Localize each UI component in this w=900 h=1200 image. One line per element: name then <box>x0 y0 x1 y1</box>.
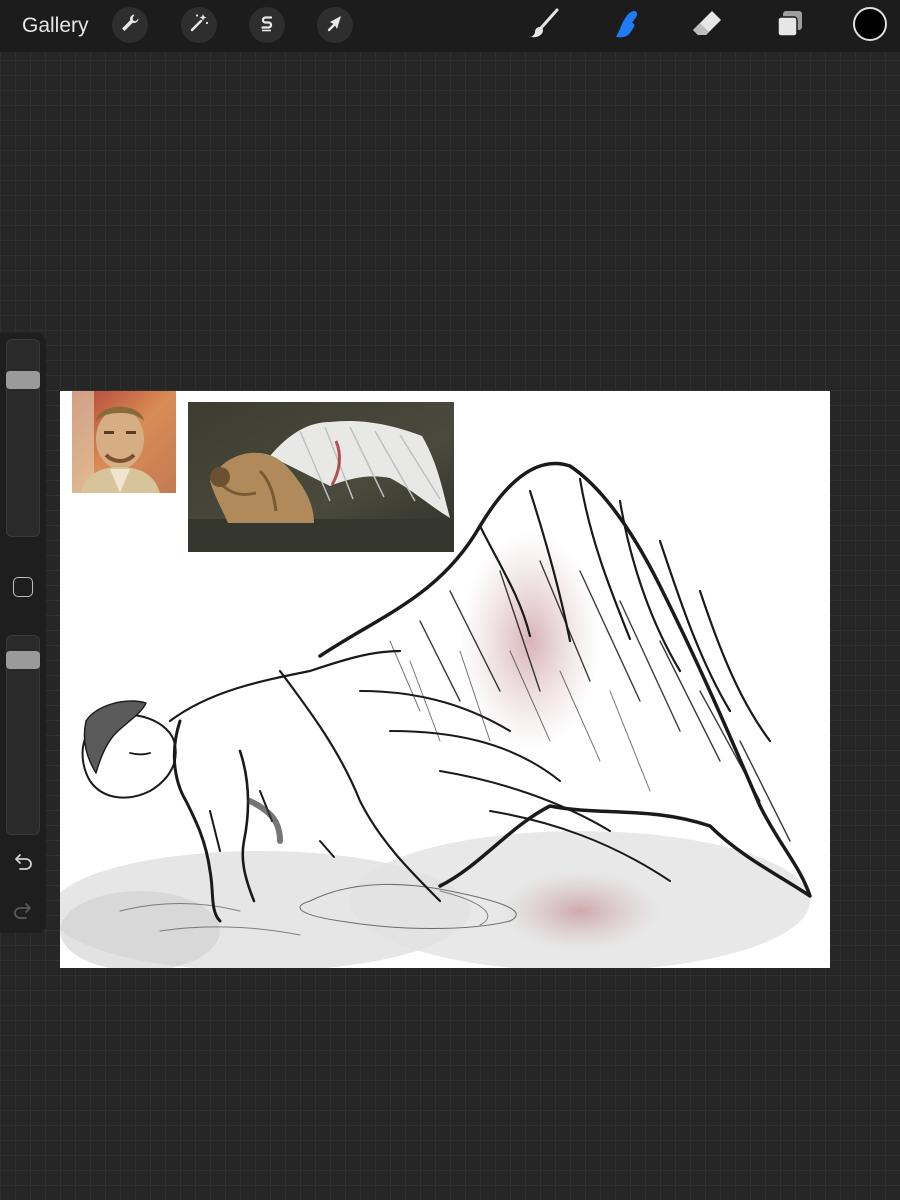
adjustments-button[interactable] <box>181 7 217 43</box>
brush-size-slider-handle[interactable] <box>6 370 40 389</box>
brush-size-slider[interactable] <box>6 339 40 537</box>
selection-s-icon <box>256 12 278 39</box>
brush-tool-button[interactable] <box>524 6 564 46</box>
layers-button[interactable] <box>770 6 810 46</box>
top-toolbar: Gallery <box>0 0 900 52</box>
color-picker-swatch[interactable] <box>853 7 887 41</box>
smudge-tool-button[interactable] <box>605 6 645 46</box>
arrow-cursor-icon <box>324 12 346 39</box>
wrench-icon <box>119 12 141 39</box>
layers-icon <box>773 7 807 46</box>
side-toolbar <box>0 333 46 933</box>
undo-button[interactable] <box>11 852 35 876</box>
eraser-tool-button[interactable] <box>687 6 727 46</box>
selection-button[interactable] <box>249 7 285 43</box>
transform-button[interactable] <box>317 7 353 43</box>
winged-figure-reference[interactable] <box>188 402 454 552</box>
square-modify-icon[interactable] <box>13 577 33 597</box>
brush-icon <box>527 7 561 46</box>
drawing-canvas[interactable] <box>60 391 830 968</box>
smudge-finger-icon <box>608 7 642 46</box>
magic-wand-icon <box>188 12 210 39</box>
gallery-button[interactable]: Gallery <box>22 13 89 39</box>
eraser-icon <box>690 7 724 46</box>
opacity-slider-handle[interactable] <box>6 651 40 670</box>
ground-wash <box>60 531 810 968</box>
redo-button[interactable] <box>11 901 35 925</box>
redo-arrow-icon <box>12 900 34 927</box>
procreate-workspace: Gallery <box>0 0 900 1200</box>
undo-arrow-icon <box>12 851 34 878</box>
actions-button[interactable] <box>112 7 148 43</box>
portrait-reference[interactable] <box>72 391 176 493</box>
